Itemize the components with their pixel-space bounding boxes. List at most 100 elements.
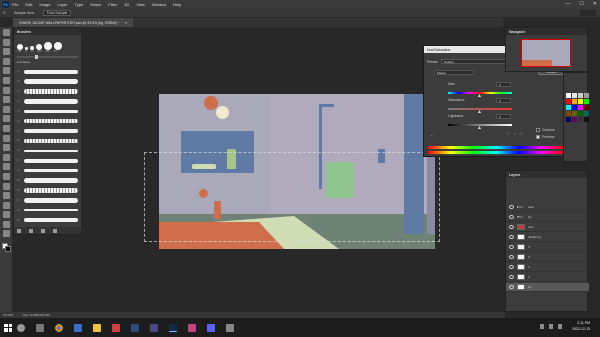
- brushes-panel-title[interactable]: Brushes: [14, 28, 81, 35]
- navigator-panel-title[interactable]: Navigator: [506, 28, 587, 35]
- media-player-icon[interactable]: [112, 323, 120, 332]
- steam-icon[interactable]: [131, 323, 139, 332]
- close-button[interactable]: ✕: [593, 1, 597, 7]
- blur-tool-icon[interactable]: [2, 153, 10, 161]
- file-explorer-icon[interactable]: [93, 323, 101, 332]
- brush-stroke-item[interactable]: 36: [17, 157, 78, 165]
- visibility-eye-icon[interactable]: [509, 255, 514, 259]
- shape-tool-icon[interactable]: [2, 201, 10, 209]
- color-swatch[interactable]: [584, 105, 589, 110]
- brush-stroke-item[interactable]: 48: [17, 177, 78, 185]
- lightness-slider[interactable]: [448, 124, 512, 126]
- menu-view[interactable]: View: [136, 2, 145, 7]
- app-icon[interactable]: [150, 323, 158, 332]
- brush-stroke-item[interactable]: 28: [17, 78, 78, 86]
- app-icon[interactable]: [226, 323, 234, 332]
- lightness-input[interactable]: 0: [496, 114, 511, 119]
- brush-stroke-item[interactable]: 24: [17, 88, 78, 96]
- trash-icon[interactable]: [53, 228, 57, 233]
- brush-tip[interactable]: [44, 42, 52, 50]
- visibility-eye-icon[interactable]: [509, 235, 514, 239]
- network-icon[interactable]: [540, 324, 544, 329]
- color-swatch[interactable]: [572, 93, 577, 98]
- color-swatch[interactable]: [572, 99, 577, 104]
- eyedropper-tool-icon[interactable]: [2, 86, 10, 94]
- task-view-icon[interactable]: [36, 323, 44, 332]
- new-brush-icon[interactable]: [41, 228, 45, 233]
- brush-stroke-item[interactable]: 12: [17, 68, 78, 76]
- brush-stroke-item[interactable]: 25: [17, 206, 78, 214]
- brush-size-slider[interactable]: [17, 55, 78, 59]
- brush-stroke-item[interactable]: 22: [17, 147, 78, 155]
- menu-file[interactable]: File: [12, 2, 18, 7]
- brush-stroke-item[interactable]: 18: [17, 117, 78, 125]
- zoom-level[interactable]: 33.33%: [3, 313, 13, 317]
- menu-image[interactable]: Image: [39, 2, 50, 7]
- layer-row[interactable]: ▾▭ bg: [506, 213, 589, 222]
- brush-stroke-item[interactable]: 18: [17, 216, 78, 224]
- tab-close-icon[interactable]: ×: [125, 21, 127, 25]
- hue-slider[interactable]: [448, 92, 512, 94]
- color-swatch[interactable]: [584, 117, 589, 122]
- color-swatch[interactable]: [566, 111, 571, 116]
- edge-icon[interactable]: [74, 323, 82, 332]
- channel-select[interactable]: Master: [434, 70, 474, 75]
- discord-icon[interactable]: [207, 323, 215, 332]
- menu-type[interactable]: Type: [75, 2, 84, 7]
- menu-help[interactable]: Help: [173, 2, 181, 7]
- preset-select[interactable]: Default: [441, 59, 510, 64]
- brush-stroke-item[interactable]: 30: [17, 187, 78, 195]
- color-swatch[interactable]: [578, 111, 583, 116]
- background-color[interactable]: [4, 246, 11, 253]
- hue-slider-thumb[interactable]: [478, 94, 481, 97]
- color-swatch[interactable]: [566, 117, 571, 122]
- type-tool-icon[interactable]: [2, 182, 10, 190]
- clone-stamp-tool-icon[interactable]: [2, 115, 10, 123]
- visibility-eye-icon[interactable]: [509, 285, 514, 289]
- move-tool-icon[interactable]: [2, 29, 10, 36]
- battery-icon[interactable]: [558, 324, 562, 329]
- path-select-tool-icon[interactable]: [2, 192, 10, 200]
- colorize-checkbox[interactable]: [536, 128, 540, 132]
- new-folder-icon[interactable]: [29, 228, 33, 233]
- brush-settings-icon[interactable]: [17, 228, 21, 233]
- hand-tool-icon[interactable]: [2, 211, 10, 219]
- color-swatches[interactable]: [1, 243, 11, 253]
- eyedropper-minus-icon[interactable]: ⁄: [521, 132, 522, 136]
- visibility-eye-icon[interactable]: [509, 265, 514, 269]
- layer-row[interactable]: details bg: [506, 233, 589, 242]
- brush-stroke-item[interactable]: 60: [17, 197, 78, 205]
- saturation-input[interactable]: 0: [496, 98, 511, 103]
- eyedropper-icon[interactable]: ⁄: [508, 132, 509, 136]
- search-icon[interactable]: [17, 323, 25, 332]
- volume-icon[interactable]: [549, 324, 553, 329]
- menu-3d[interactable]: 3D: [124, 2, 129, 7]
- layer-row[interactable]: ▸▭ seat: [506, 203, 589, 212]
- visibility-eye-icon[interactable]: [509, 225, 514, 229]
- sample-size-select[interactable]: Point Sample: [42, 10, 72, 16]
- color-swatch[interactable]: [578, 117, 583, 122]
- menu-edit[interactable]: Edit: [25, 2, 32, 7]
- brush-stroke-item[interactable]: 50: [17, 137, 78, 145]
- color-swatch[interactable]: [584, 111, 589, 116]
- visibility-eye-icon[interactable]: [509, 245, 514, 249]
- color-swatch[interactable]: [572, 111, 577, 116]
- visibility-eye-icon[interactable]: [509, 275, 514, 279]
- photoshop-task-icon[interactable]: [169, 323, 177, 332]
- eyedropper-plus-icon[interactable]: ⁄: [515, 132, 516, 136]
- layer-row[interactable]: 2: [506, 263, 589, 272]
- color-swatch[interactable]: [566, 99, 571, 104]
- color-swatch[interactable]: [578, 99, 583, 104]
- color-swatch[interactable]: [572, 117, 577, 122]
- color-swatch[interactable]: [572, 105, 577, 110]
- brush-stroke-item[interactable]: 24: [17, 167, 78, 175]
- lasso-tool-icon[interactable]: [2, 48, 10, 56]
- brush-tip[interactable]: [54, 42, 62, 50]
- history-brush-tool-icon[interactable]: [2, 124, 10, 132]
- layer-row[interactable]: 3: [506, 253, 589, 262]
- visibility-eye-icon[interactable]: [509, 215, 514, 219]
- visibility-eye-icon[interactable]: [509, 205, 514, 209]
- layer-row[interactable]: bg: [506, 283, 589, 292]
- workspace-switcher[interactable]: [580, 10, 596, 16]
- layer-row[interactable]: ref it: [506, 223, 589, 232]
